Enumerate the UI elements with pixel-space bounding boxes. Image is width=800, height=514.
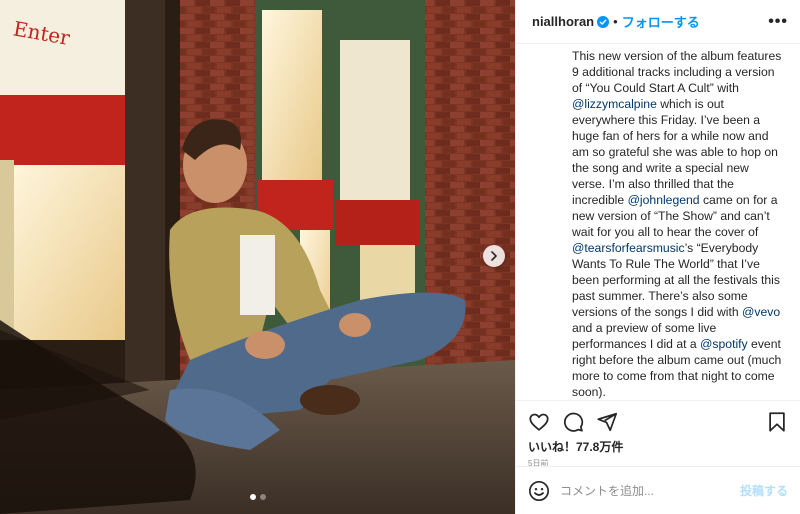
post-dialog: Enter niallhoran • フォローする ••• This new v… bbox=[0, 0, 800, 514]
verified-badge-icon bbox=[597, 15, 610, 28]
carousel-indicator bbox=[0, 494, 515, 500]
carousel-dot bbox=[259, 494, 266, 500]
paper-plane-icon[interactable] bbox=[596, 411, 618, 433]
mention-link[interactable]: @vevo bbox=[742, 305, 780, 319]
more-options-button[interactable]: ••• bbox=[768, 13, 788, 31]
post-actions: いいね！77.8万件 5日前 bbox=[516, 400, 800, 468]
post-media[interactable]: Enter bbox=[0, 0, 515, 514]
comment-icon[interactable] bbox=[562, 411, 584, 433]
post-header: niallhoran • フォローする ••• bbox=[516, 0, 800, 44]
likes-count[interactable]: いいね！77.8万件 bbox=[528, 438, 788, 455]
post-sidebar: niallhoran • フォローする ••• This new version… bbox=[515, 0, 800, 514]
caption-area: This new version of the album features 9… bbox=[516, 44, 800, 400]
carousel-next-button[interactable] bbox=[483, 245, 505, 267]
comment-bar: 投稿する bbox=[516, 466, 800, 514]
caption-text: This new version of the album features 9… bbox=[572, 49, 782, 95]
smiley-icon[interactable] bbox=[528, 480, 550, 502]
post-photo: Enter bbox=[0, 0, 515, 514]
mention-link[interactable]: @tearsforfearsmusic bbox=[572, 241, 685, 255]
heart-icon[interactable] bbox=[528, 411, 550, 433]
bookmark-icon[interactable] bbox=[766, 411, 788, 433]
mention-link[interactable]: @johnlegend bbox=[628, 193, 700, 207]
post-comment-button[interactable]: 投稿する bbox=[740, 482, 788, 499]
caption-text: and a preview of some live performances … bbox=[572, 321, 717, 351]
post-caption: This new version of the album features 9… bbox=[572, 48, 784, 400]
mention-link[interactable]: @spotify bbox=[700, 337, 748, 351]
mention-link[interactable]: @lizzymcalpine bbox=[572, 97, 657, 111]
follow-button[interactable]: フォローする bbox=[622, 12, 700, 31]
comment-input[interactable] bbox=[560, 483, 740, 498]
username-link[interactable]: niallhoran bbox=[532, 14, 594, 29]
chevron-right-icon bbox=[491, 251, 497, 261]
header-separator: • bbox=[613, 14, 618, 29]
carousel-dot bbox=[249, 494, 256, 500]
action-icons bbox=[528, 409, 788, 435]
caption-text: which is out everywhere this Friday. I’v… bbox=[572, 97, 778, 207]
